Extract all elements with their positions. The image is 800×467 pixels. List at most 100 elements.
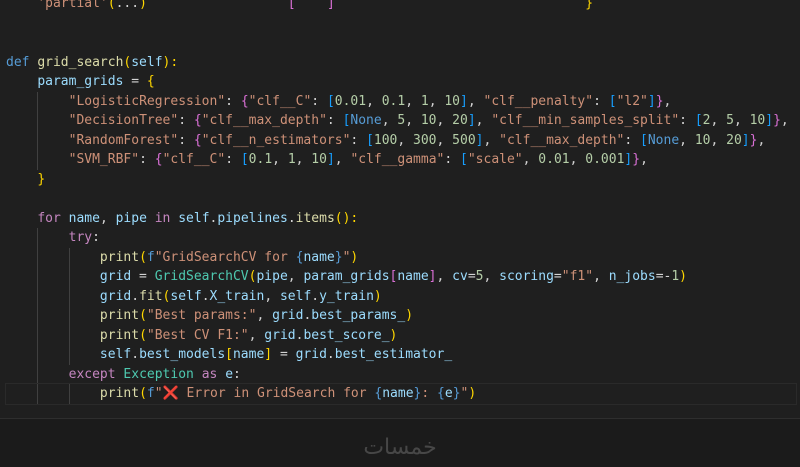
code-token: ,	[483, 269, 500, 284]
code-token: "clf__max_depth"	[201, 113, 327, 128]
code-token: :	[444, 152, 461, 167]
code-token: ,	[405, 93, 421, 109]
code-token: ,	[475, 113, 492, 128]
code-token: )	[373, 288, 382, 304]
code-token: .	[201, 288, 210, 304]
code-token: 0.001	[585, 152, 625, 167]
code-token: ]	[647, 93, 656, 109]
code-line[interactable]: def grid_search(self):	[6, 53, 796, 73]
code-token: .	[131, 347, 140, 362]
indent-guide	[69, 267, 70, 287]
code-token: :	[593, 93, 609, 109]
code-line[interactable]: print("Best params:", grid.best_params_)	[6, 306, 796, 326]
code-line[interactable]: print(f"GridSearchCV for {name}")	[6, 247, 796, 267]
code-line[interactable]: grid.fit(self.X_train, self.y_train)	[6, 286, 796, 306]
code-line[interactable]: self.best_models[name] = grid.best_estim…	[6, 345, 796, 365]
code-token: ,	[436, 113, 453, 128]
code-token: "f1"	[561, 269, 594, 284]
code-token: "Best params:"	[146, 308, 257, 323]
code-token: "clf__min_samples_split"	[491, 113, 680, 128]
code-token: "GridSearchCV for	[154, 249, 296, 265]
code-token: y_train	[319, 288, 374, 304]
code-token: ,	[366, 93, 382, 109]
code-line[interactable]	[6, 14, 796, 34]
code-token: fit	[139, 288, 163, 304]
code-token: ]	[326, 0, 335, 11]
code-token: grid	[272, 308, 304, 323]
indent-guide	[37, 364, 38, 384]
code-token: "DecisionTree"	[68, 113, 179, 128]
code-token: "clf__penalty"	[483, 93, 594, 109]
indent-guide	[69, 247, 70, 267]
code-token: 300	[413, 132, 437, 148]
code-token: =	[553, 269, 562, 284]
code-token: .	[326, 347, 335, 362]
code-token: [	[694, 113, 703, 128]
code-line[interactable]: "RandomForest": {"clf__n_estimators": [1…	[6, 130, 796, 150]
code-token: except	[68, 366, 116, 382]
code-editor[interactable]: 'partial'(...) [ ] } def grid_search(self…	[0, 0, 800, 467]
code-line[interactable]: param_grids = {	[6, 72, 796, 92]
code-token: as	[201, 366, 218, 382]
code-line[interactable]: 'partial'(...) [ ] }	[6, 0, 796, 14]
code-token: ,	[780, 113, 789, 128]
code-token: ...	[115, 0, 140, 11]
code-line[interactable]: print("Best CV F1:", grid.best_score_)	[6, 325, 796, 345]
code-token: :	[178, 113, 194, 128]
code-token: ]	[467, 113, 476, 128]
code-line[interactable]	[6, 189, 796, 209]
code-token: :	[311, 93, 327, 109]
code-token: 500	[452, 132, 476, 148]
code-token: "l2"	[616, 93, 648, 109]
indent-guide	[69, 325, 70, 345]
code-token: ]	[765, 113, 774, 128]
code-token: grid	[99, 288, 132, 304]
code-token: try	[68, 230, 93, 245]
code-token: ,	[710, 113, 727, 128]
code-token: f	[146, 249, 155, 265]
code-token: ,	[663, 93, 672, 109]
code-token: :	[421, 386, 438, 401]
code-token: ,	[467, 93, 484, 109]
code-token: "clf__max_depth"	[499, 132, 625, 148]
code-token: "clf__n_estimators"	[201, 132, 351, 148]
code-line[interactable]: print(f"❌ Error in GridSearch for {name}…	[5, 383, 797, 405]
code-line[interactable]: grid = GridSearchCV(pipe, param_grids[na…	[6, 267, 796, 287]
code-line[interactable]: }	[6, 170, 796, 190]
code-area[interactable]: 'partial'(...) [ ] } def grid_search(self…	[5, 0, 797, 405]
code-token: {	[240, 93, 249, 109]
code-token: name	[397, 269, 429, 284]
code-line[interactable]: for name, pipe in self.pipelines.items()…	[6, 209, 796, 229]
code-line[interactable]	[6, 33, 796, 53]
indent-guide	[37, 228, 38, 248]
indent-guide	[37, 306, 38, 326]
code-token: )	[468, 386, 477, 401]
indent-guide	[37, 247, 38, 267]
code-token: {	[193, 132, 202, 148]
code-token: ,	[381, 113, 398, 128]
code-token: param_grids	[37, 74, 124, 89]
code-token: :	[225, 152, 241, 167]
code-token: grid_search	[37, 54, 124, 70]
code-token: ❌	[162, 386, 179, 401]
indent-guide	[37, 325, 38, 345]
code-line[interactable]: except Exception as e:	[6, 364, 796, 384]
code-token: :	[233, 366, 241, 382]
code-token: 20	[452, 113, 468, 128]
code-token: for	[37, 210, 61, 226]
code-token: )	[389, 327, 398, 343]
code-token: scoring	[499, 269, 554, 284]
code-line[interactable]: "SVM_RBF": {"clf__C": [0.1, 1, 10], "clf…	[6, 150, 796, 170]
code-token: ]	[264, 347, 273, 362]
code-token: pipelines	[217, 210, 288, 226]
code-line[interactable]: "DecisionTree": {"clf__max_depth": [None…	[6, 111, 796, 131]
code-line[interactable]: try:	[6, 228, 796, 248]
code-token: :	[225, 93, 241, 109]
code-token: name	[303, 249, 335, 265]
code-token: grid	[99, 269, 132, 284]
code-line[interactable]: "LogisticRegression": {"clf__C": [0.01, …	[6, 91, 796, 111]
code-token: }	[585, 0, 594, 11]
